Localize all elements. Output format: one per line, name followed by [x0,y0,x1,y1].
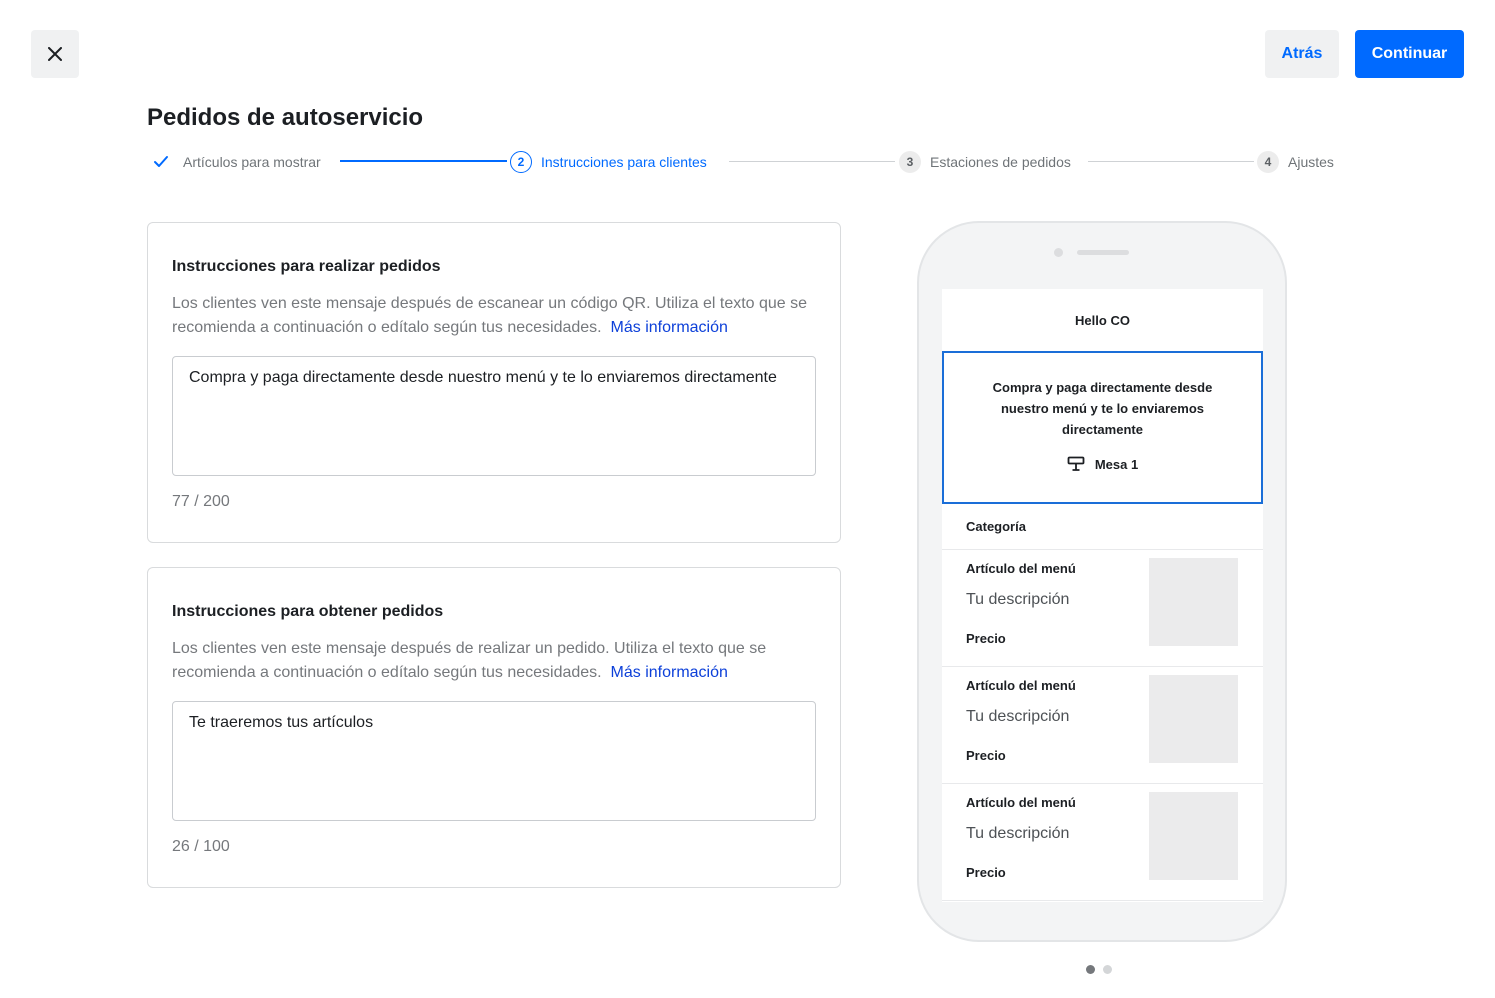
back-button[interactable]: Atrás [1265,30,1339,78]
step-number: 2 [510,151,532,173]
ordering-instructions-card: Instrucciones para realizar pedidos Los … [147,222,841,543]
learn-more-link[interactable]: Más información [611,319,728,336]
menu-item-name: Artículo del menú [966,678,1076,693]
pickup-instructions-card: Instrucciones para obtener pedidos Los c… [147,567,841,888]
page-title: Pedidos de autoservicio [147,104,424,131]
step-label: Estaciones de pedidos [930,154,1071,170]
checkmark-icon [154,156,168,167]
menu-item-description: Tu descripción [966,591,1070,608]
table-label: Mesa 1 [1067,455,1138,473]
step-connector [340,160,507,162]
menu-item-image-placeholder [1149,792,1238,880]
preview-pager [1086,965,1112,974]
continue-button[interactable]: Continuar [1355,30,1464,78]
step-label: Instrucciones para clientes [541,154,707,170]
character-counter: 77 / 200 [172,493,230,510]
menu-item-name: Artículo del menú [966,561,1076,576]
card-description: Los clientes ven este mensaje después de… [172,292,822,340]
close-button[interactable] [31,30,79,78]
step-label: Ajustes [1288,154,1334,170]
phone-preview: Hello CO Compra y paga directamente desd… [917,221,1287,942]
step-number: 3 [899,151,921,173]
step-items-to-show[interactable]: Artículos para mostrar [153,150,321,174]
ordering-instructions-input[interactable]: Compra y paga directamente desde nuestro… [172,356,816,476]
menu-item-name: Artículo del menú [966,795,1076,810]
pager-dot-2[interactable] [1103,965,1112,974]
card-title: Instrucciones para realizar pedidos [172,258,441,275]
close-icon [48,47,62,61]
step-connector [729,161,895,162]
menu-item-image-placeholder [1149,675,1238,763]
step-number: 4 [1257,151,1279,173]
table-name: Mesa 1 [1094,456,1139,472]
menu-item-price: Precio [966,631,1006,646]
phone-speaker [1077,250,1129,255]
learn-more-link[interactable]: Más información [611,664,728,681]
menu-item-description: Tu descripción [966,825,1070,842]
pickup-instructions-input[interactable]: Te traeremos tus artículos [172,701,816,821]
phone-screen: Hello CO Compra y paga directamente desd… [942,289,1263,902]
menu-item-description: Tu descripción [966,708,1070,725]
category-heading: Categoría [942,504,1263,550]
phone-camera [1054,248,1063,257]
menu-item: Artículo del menú Tu descripción Precio [942,550,1263,667]
menu-item-image-placeholder [1149,558,1238,646]
pager-dot-1[interactable] [1086,965,1095,974]
step-connector [1088,161,1254,162]
character-counter: 26 / 100 [172,838,230,855]
step-settings[interactable]: 4 Ajustes [1257,150,1334,174]
table-icon [1067,456,1085,471]
menu-item-price: Precio [966,748,1006,763]
instruction-text: Compra y paga directamente desde nuestro… [992,380,1213,437]
stepper: Artículos para mostrar 2 Instrucciones p… [147,150,1342,174]
menu-item-price: Precio [966,865,1006,880]
card-description: Los clientes ven este mensaje después de… [172,637,822,685]
menu-item: Artículo del menú Tu descripción Precio [942,784,1263,901]
instruction-preview: Compra y paga directamente desde nuestro… [942,351,1263,504]
card-title: Instrucciones para obtener pedidos [172,603,444,620]
step-customer-instructions[interactable]: 2 Instrucciones para clientes [510,150,707,174]
step-label: Artículos para mostrar [183,154,321,170]
menu-item: Artículo del menú Tu descripción Precio [942,667,1263,784]
business-name: Hello CO [1075,312,1130,328]
step-order-stations[interactable]: 3 Estaciones de pedidos [899,150,1071,174]
